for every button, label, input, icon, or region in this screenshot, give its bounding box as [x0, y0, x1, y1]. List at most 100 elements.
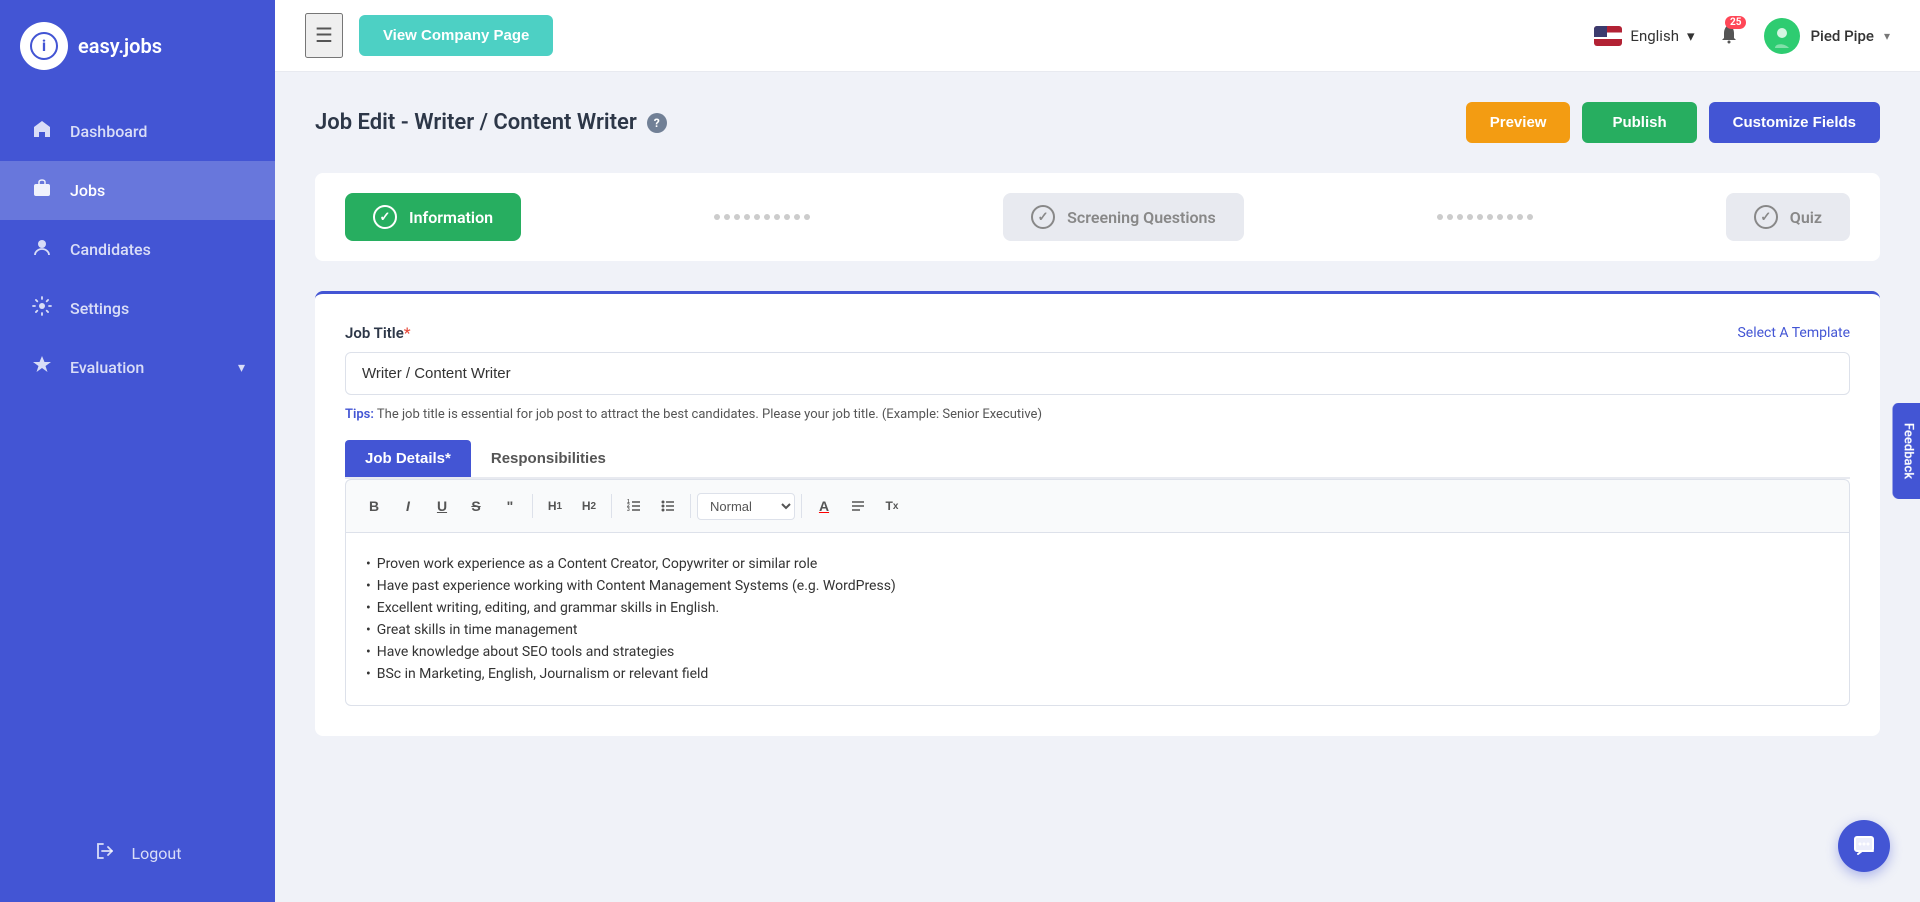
dot — [744, 214, 750, 220]
list-item: •Great skills in time management — [366, 619, 1829, 641]
sidebar-item-label-candidates: Candidates — [70, 240, 151, 259]
logout-label: Logout — [132, 844, 182, 863]
dot — [764, 214, 770, 220]
clear-format-button[interactable]: Tx — [876, 490, 908, 522]
job-title-label: Job Title* — [345, 324, 411, 342]
logout-icon — [94, 840, 116, 866]
font-color-button[interactable]: A — [808, 490, 840, 522]
chat-button[interactable] — [1838, 820, 1890, 872]
sidebar-item-jobs[interactable]: Jobs — [0, 161, 275, 220]
step-quiz[interactable]: ✓ Quiz — [1726, 193, 1850, 241]
step-dots-2 — [1244, 214, 1726, 220]
settings-icon — [30, 295, 54, 322]
dot — [1497, 214, 1503, 220]
steps-container: ✓ Information ✓ Screening Questions — [315, 173, 1880, 261]
bold-button[interactable]: B — [358, 490, 390, 522]
step-quiz-label: Quiz — [1790, 208, 1822, 227]
select-template-link[interactable]: Select A Template — [1737, 325, 1850, 341]
tab-job-details[interactable]: Job Details* — [345, 440, 471, 477]
tab-responsibilities[interactable]: Responsibilities — [471, 440, 626, 477]
toolbar-separator-2 — [611, 494, 612, 518]
toolbar-separator-1 — [532, 494, 533, 518]
feedback-tab[interactable]: Feedback — [1892, 403, 1920, 499]
job-title-field-row: Job Title* Select A Template — [345, 324, 1850, 342]
list-item: •Proven work experience as a Content Cre… — [366, 553, 1829, 575]
sidebar-item-settings[interactable]: Settings — [0, 279, 275, 338]
content-area: Job Edit - Writer / Content Writer ? Pre… — [275, 72, 1920, 902]
sidebar-logo: i easy.jobs — [0, 0, 275, 92]
logo-icon: i — [20, 22, 68, 70]
dot — [1467, 214, 1473, 220]
sidebar-item-candidates[interactable]: Candidates — [0, 220, 275, 279]
blockquote-button[interactable]: " — [494, 490, 526, 522]
font-style-select[interactable]: Normal Heading 1 Heading 2 — [697, 493, 795, 520]
dot — [1477, 214, 1483, 220]
step-information[interactable]: ✓ Information — [345, 193, 521, 241]
dot — [724, 214, 730, 220]
toolbar-separator-3 — [690, 494, 691, 518]
candidates-icon — [30, 236, 54, 263]
us-flag-icon — [1594, 26, 1622, 46]
step-screening[interactable]: ✓ Screening Questions — [1003, 193, 1244, 241]
svg-text:3: 3 — [627, 507, 630, 513]
italic-button[interactable]: I — [392, 490, 424, 522]
ordered-list-button[interactable]: 1 2 3 — [618, 490, 650, 522]
evaluation-icon — [30, 354, 54, 381]
sidebar-item-label-jobs: Jobs — [70, 181, 105, 200]
dot — [1507, 214, 1513, 220]
dot — [774, 214, 780, 220]
tips-text: Tips: The job title is essential for job… — [345, 407, 1850, 422]
strikethrough-button[interactable]: S — [460, 490, 492, 522]
underline-button[interactable]: U — [426, 490, 458, 522]
notifications-button[interactable]: 25 — [1710, 14, 1748, 57]
step-check-icon: ✓ — [373, 205, 397, 229]
sidebar-item-dashboard[interactable]: Dashboard — [0, 102, 275, 161]
dot — [734, 214, 740, 220]
dot — [754, 214, 760, 220]
page-title: Job Edit - Writer / Content Writer — [315, 110, 637, 135]
evaluation-chevron-icon: ▾ — [238, 360, 245, 376]
sidebar-item-label-dashboard: Dashboard — [70, 122, 147, 141]
sidebar-nav: Dashboard Jobs Candidates — [0, 92, 275, 824]
editor-content[interactable]: •Proven work experience as a Content Cre… — [345, 532, 1850, 706]
brand-name: easy.jobs — [78, 34, 162, 58]
main-container: ☰ View Company Page English ▾ 25 Pied — [275, 0, 1920, 902]
page-header: Job Edit - Writer / Content Writer ? Pre… — [315, 102, 1880, 143]
publish-button[interactable]: Publish — [1582, 102, 1696, 143]
dot — [1487, 214, 1493, 220]
language-selector[interactable]: English ▾ — [1594, 26, 1694, 46]
page-actions: Preview Publish Customize Fields — [1466, 102, 1880, 143]
preview-button[interactable]: Preview — [1466, 102, 1571, 143]
language-chevron-icon: ▾ — [1687, 27, 1695, 45]
sidebar: i easy.jobs Dashboard Jobs — [0, 0, 275, 902]
editor-tab-bar: Job Details* Responsibilities — [345, 440, 1850, 479]
unordered-list-button[interactable] — [652, 490, 684, 522]
job-title-input[interactable] — [345, 352, 1850, 395]
step-information-label: Information — [409, 208, 493, 227]
menu-button[interactable]: ☰ — [305, 13, 343, 58]
logout-button[interactable]: Logout — [64, 824, 212, 882]
sidebar-item-evaluation[interactable]: Evaluation ▾ — [0, 338, 275, 397]
dot — [714, 214, 720, 220]
user-menu[interactable]: Pied Pipe ▾ — [1764, 18, 1890, 54]
sidebar-item-label-settings: Settings — [70, 299, 129, 318]
align-button[interactable] — [842, 490, 874, 522]
h1-button[interactable]: H1 — [539, 490, 571, 522]
page-title-row: Job Edit - Writer / Content Writer ? — [315, 110, 667, 135]
dot — [1447, 214, 1453, 220]
language-label: English — [1630, 27, 1679, 45]
form-card: Job Title* Select A Template Tips: The j… — [315, 291, 1880, 736]
help-icon[interactable]: ? — [647, 113, 667, 133]
list-item: •Have past experience working with Conte… — [366, 575, 1829, 597]
toolbar-separator-4 — [801, 494, 802, 518]
user-avatar — [1764, 18, 1800, 54]
customize-button[interactable]: Customize Fields — [1709, 102, 1880, 143]
user-chevron-icon: ▾ — [1884, 29, 1890, 43]
view-company-button[interactable]: View Company Page — [359, 15, 553, 56]
h2-button[interactable]: H2 — [573, 490, 605, 522]
user-name: Pied Pipe — [1810, 27, 1873, 45]
list-item: •Have knowledge about SEO tools and stra… — [366, 641, 1829, 663]
header: ☰ View Company Page English ▾ 25 Pied — [275, 0, 1920, 72]
step-check-icon: ✓ — [1754, 205, 1778, 229]
dot — [794, 214, 800, 220]
